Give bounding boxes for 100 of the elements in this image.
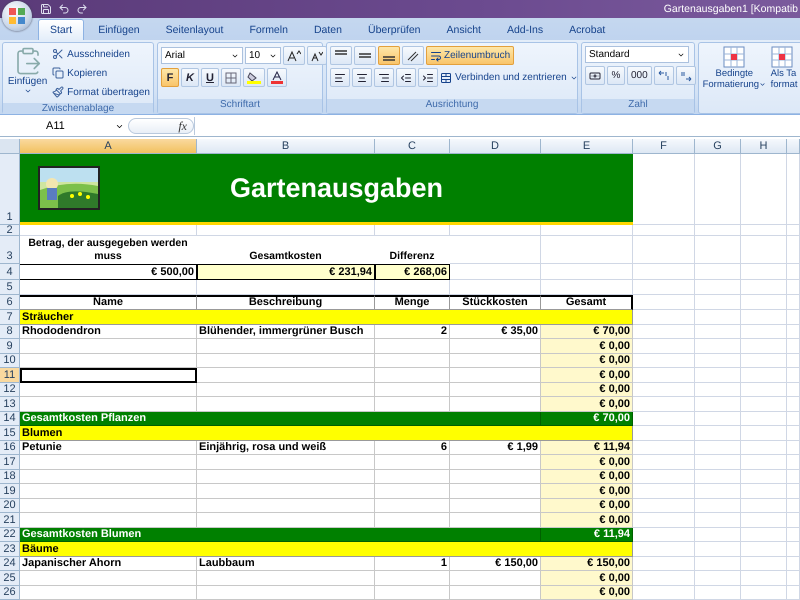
row-header[interactable]: 12 <box>0 382 20 397</box>
row-header[interactable]: 6 <box>0 295 20 310</box>
ribbon-tab[interactable]: Formeln <box>237 19 300 40</box>
row-header[interactable]: 11 <box>0 368 20 382</box>
vertical-align-button[interactable] <box>378 46 400 65</box>
align-button[interactable] <box>352 68 372 87</box>
row-header[interactable]: 22 <box>0 528 20 542</box>
row-header[interactable]: 25 <box>0 571 20 586</box>
row-header[interactable]: 5 <box>0 280 20 295</box>
column-header[interactable]: B <box>197 139 375 154</box>
wrap-text-icon <box>430 50 442 62</box>
orientation-button[interactable] <box>402 46 424 65</box>
table-cell[interactable]: Japanischer Ahorn <box>20 556 197 571</box>
borders-button[interactable] <box>221 68 241 87</box>
table-cell[interactable]: Rhododendron <box>20 324 197 339</box>
styles-button[interactable]: Bedingte Formatierung <box>702 46 767 110</box>
column-header[interactable]: H <box>741 139 787 154</box>
subtotal-label: Gesamtkosten Blumen <box>20 528 541 542</box>
row-header[interactable]: 14 <box>0 412 20 426</box>
number-style-button[interactable]: 000 <box>627 66 652 85</box>
copy-button[interactable]: Kopieren <box>52 65 150 81</box>
ribbon-tab[interactable]: Start <box>38 19 84 40</box>
column-header[interactable]: F <box>633 139 695 154</box>
number-format-field[interactable]: Standard <box>585 46 689 63</box>
row-header[interactable]: 10 <box>0 354 20 368</box>
name-box[interactable]: A11 <box>0 117 128 135</box>
align-button[interactable] <box>330 68 350 87</box>
ribbon-tab[interactable]: Einfügen <box>86 19 152 40</box>
font-style-button[interactable]: F <box>161 68 179 87</box>
table-cell[interactable]: Petunie <box>20 440 197 455</box>
format-painter-button[interactable]: Format übertragen <box>52 84 150 100</box>
table-cell: € 150,00 <box>450 556 541 571</box>
merge-center-button[interactable]: Verbinden und zentrieren <box>440 70 578 86</box>
ribbon-tab[interactable]: Überprüfen <box>356 19 433 40</box>
scissors-icon <box>52 48 64 60</box>
increase-decimal-button[interactable] <box>654 66 674 85</box>
row-header[interactable]: 2 <box>0 225 20 236</box>
sheet-title: Gartenausgaben <box>228 172 444 204</box>
insert-function-button[interactable]: fx <box>128 118 194 134</box>
redo-icon[interactable] <box>76 3 88 15</box>
row-header[interactable]: 20 <box>0 498 20 513</box>
row-header[interactable]: 4 <box>0 264 20 280</box>
row-header[interactable]: 17 <box>0 455 20 470</box>
currency-button[interactable] <box>585 66 605 85</box>
font-name-field[interactable]: Arial <box>161 47 243 64</box>
column-header[interactable]: D <box>450 139 541 154</box>
column-header[interactable]: G <box>695 139 741 154</box>
ribbon-tab[interactable]: Add-Ins <box>494 19 556 40</box>
table-cell: € 150,00 <box>541 556 633 571</box>
fill-color-button[interactable] <box>243 68 265 87</box>
select-all-corner[interactable] <box>0 139 20 154</box>
row-header[interactable]: 21 <box>0 513 20 528</box>
cut-button[interactable]: Ausschneiden <box>52 46 150 62</box>
save-icon[interactable] <box>40 3 52 15</box>
decrease-decimal-button[interactable] <box>676 66 696 85</box>
font-color-button[interactable] <box>267 68 287 87</box>
ribbon-tab[interactable]: Seitenlayout <box>154 19 236 40</box>
row-header[interactable]: 7 <box>0 310 20 324</box>
font-size-field[interactable]: 10 <box>245 47 281 64</box>
align-icon <box>378 72 390 84</box>
column-header[interactable]: C <box>375 139 450 154</box>
font-style-button[interactable]: U <box>201 68 219 87</box>
row-header[interactable]: 23 <box>0 542 20 556</box>
vertical-align-button[interactable] <box>330 46 352 65</box>
font-style-button[interactable]: K <box>181 68 199 87</box>
outdent-button[interactable] <box>396 68 416 87</box>
row-header[interactable]: 3 <box>0 236 20 264</box>
undo-icon[interactable] <box>58 3 70 15</box>
wrap-text-button[interactable]: Zeilenumbruch <box>426 46 514 65</box>
number-style-button[interactable]: % <box>607 66 625 85</box>
window-title: Gartenausgaben1 [Kompatib <box>664 3 799 15</box>
align-button[interactable] <box>374 68 394 87</box>
paste-button[interactable]: Einfügen <box>6 46 50 100</box>
row-header[interactable]: 13 <box>0 397 20 412</box>
column-heading: Stückkosten <box>450 295 541 310</box>
row-header[interactable]: 18 <box>0 470 20 484</box>
table-cell: 1 <box>375 556 450 571</box>
ribbon-tab[interactable]: Daten <box>302 19 354 40</box>
office-button[interactable] <box>2 1 32 31</box>
column-header[interactable] <box>787 139 800 154</box>
shrink-font-button[interactable] <box>307 46 327 65</box>
row-header[interactable]: 1 <box>0 154 20 225</box>
ribbon-tab[interactable]: Ansicht <box>434 19 493 40</box>
styles-button[interactable]: Als Ta format <box>770 46 800 110</box>
group-label: Zahl <box>582 99 694 113</box>
column-header[interactable]: A <box>20 139 197 154</box>
column-header[interactable]: E <box>541 139 633 154</box>
indent-button[interactable] <box>418 68 438 87</box>
row-header[interactable]: 9 <box>0 339 20 354</box>
row-header[interactable]: 16 <box>0 440 20 455</box>
ribbon-tab[interactable]: Acrobat <box>557 19 618 40</box>
table-cell: 6 <box>375 440 450 455</box>
row-header[interactable]: 15 <box>0 426 20 440</box>
row-header[interactable]: 24 <box>0 556 20 571</box>
vertical-align-button[interactable] <box>354 46 376 65</box>
row-header[interactable]: 19 <box>0 484 20 498</box>
grow-font-button[interactable] <box>283 46 305 65</box>
orientation-icon <box>406 50 420 62</box>
row-header[interactable]: 8 <box>0 324 20 339</box>
row-header[interactable]: 26 <box>0 586 20 600</box>
